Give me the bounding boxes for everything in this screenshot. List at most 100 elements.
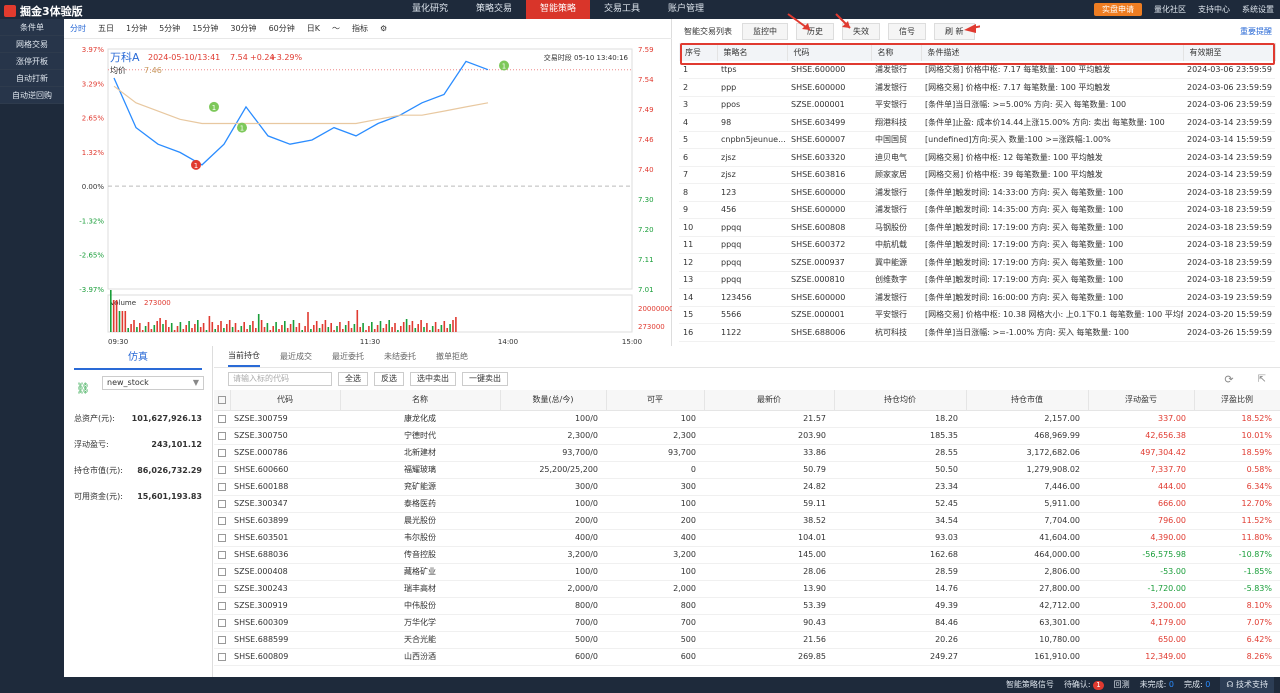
invert-selection-button[interactable]: 反选 (374, 372, 404, 386)
positions-col-0[interactable]: 代码 (230, 390, 341, 411)
period-tab-2[interactable]: 1分钟 (120, 19, 153, 39)
row-checkbox-cell[interactable] (214, 648, 230, 666)
checkbox[interactable] (218, 482, 226, 491)
table-row[interactable]: SZSE.300750 宁德时代 2,300/0 2,300 203.90 185.35 4… (214, 427, 1280, 445)
positions-col-1[interactable]: 名称 (340, 390, 501, 411)
tab-invalid[interactable]: 失效 (842, 22, 880, 40)
live-apply-button[interactable]: 实盘申请 (1094, 3, 1142, 16)
nav-item-2[interactable]: 智能策略 (526, 0, 590, 19)
tab-signal[interactable]: 信号 (888, 22, 926, 40)
checkbox[interactable] (218, 550, 226, 559)
row-checkbox-cell[interactable] (214, 546, 230, 564)
row-checkbox-cell[interactable] (214, 461, 230, 479)
positions-tab-1[interactable]: 最近成交 (280, 351, 312, 362)
checkbox[interactable] (218, 601, 226, 610)
symbol-search-input[interactable]: 请输入标的代码 (228, 372, 332, 386)
row-checkbox-cell[interactable] (214, 427, 230, 445)
period-tab-4[interactable]: 15分钟 (186, 19, 224, 39)
refresh-button[interactable]: 刷 新 (934, 22, 975, 40)
table-row[interactable]: 8 123 SHSE.600000 浦发银行 [条件单]触发时间: 14:33:00 方… (679, 183, 1275, 202)
table-row[interactable]: 16 1122 SHSE.688006 杭可科技 [条件单]当日涨幅: >=-1.00%… (679, 323, 1275, 342)
table-row[interactable]: SZSE.300243 瑞丰高材 2,000/0 2,000 13.90 14.76 27,… (214, 580, 1280, 598)
backtest-label[interactable]: 回测 (1114, 677, 1130, 693)
row-checkbox-cell[interactable] (214, 512, 230, 530)
sell-all-button[interactable]: 一键卖出 (462, 372, 508, 386)
sidebar-item-3[interactable]: 自动打新 (0, 70, 64, 87)
checkbox[interactable] (218, 516, 226, 525)
community-link[interactable]: 量化社区 (1154, 4, 1186, 15)
table-row[interactable]: SHSE.600188 兖矿能源 300/0 300 24.82 23.34 7,446.0… (214, 478, 1280, 496)
table-row[interactable]: SZSE.000786 北新建材 93,700/0 93,700 33.86 28.55 3… (214, 444, 1280, 462)
strategy-col-1[interactable]: 策略名 (717, 43, 788, 61)
table-row[interactable]: SZSE.300347 泰格医药 100/0 100 59.11 52.45 5,911.0… (214, 495, 1280, 513)
row-checkbox-cell[interactable] (214, 614, 230, 632)
checkbox[interactable] (218, 448, 226, 457)
period-tab-5[interactable]: 30分钟 (224, 19, 262, 39)
table-row[interactable]: 11 ppqq SHSE.600372 中航机载 [条件单]触发时间: 17:19:00… (679, 236, 1275, 254)
strategy-col-0[interactable]: 序号 (679, 43, 718, 61)
row-checkbox-cell[interactable] (214, 444, 230, 462)
table-row[interactable]: SHSE.600809 山西汾酒 600/0 600 269.85 249.27 161,9… (214, 648, 1280, 666)
positions-col-8[interactable]: 浮盈比例 (1194, 390, 1280, 411)
row-checkbox-cell[interactable] (214, 631, 230, 649)
nav-item-4[interactable]: 账户管理 (654, 0, 718, 19)
checkbox[interactable] (218, 499, 226, 508)
positions-col-7[interactable]: 浮动盈亏 (1088, 390, 1195, 411)
positions-col-3[interactable]: 可平 (606, 390, 705, 411)
table-row[interactable]: 14 123456 SHSE.600000 浦发银行 [条件单]触发时间: 16:00:… (679, 288, 1275, 307)
table-row[interactable]: 12 ppqq SZSE.000937 冀中能源 [条件单]触发时间: 17:19:00… (679, 253, 1275, 272)
positions-tab-4[interactable]: 撤单拒绝 (436, 351, 468, 362)
system-settings-link[interactable]: 系统设置 (1242, 4, 1274, 15)
checkbox[interactable] (218, 414, 226, 423)
table-row[interactable]: 3 ppos SZSE.000001 平安银行 [条件单]当日涨幅: >=5.00% 方… (679, 96, 1275, 114)
checkbox[interactable] (218, 652, 226, 661)
table-row[interactable]: 1 ttps SHSE.600000 浦发银行 [网格交易] 价格中枢: 7.17 每笔… (679, 61, 1275, 79)
table-row[interactable]: 4 98 SHSE.603499 翔港科技 [条件单]止盈: 成本价14.44上涨15.… (679, 113, 1275, 132)
tab-monitoring[interactable]: 监控中 (742, 22, 788, 40)
link-icon[interactable]: ⛓ (76, 382, 90, 395)
positions-col-2[interactable]: 数量(总/今) (500, 390, 607, 411)
strategy-col-4[interactable]: 条件描述 (921, 43, 1184, 61)
row-checkbox-cell[interactable] (214, 580, 230, 598)
table-row[interactable]: SZSE.300919 中伟股份 800/0 800 53.39 49.39 42,712.… (214, 597, 1280, 615)
strategy-col-3[interactable]: 名称 (871, 43, 922, 61)
positions-col-6[interactable]: 持仓市值 (966, 390, 1089, 411)
intraday-chart[interactable]: 3.97% 3.29% 2.65% 1.32% 0.00% -1.32% -2.65% -3.… (64, 39, 672, 346)
select-all-button[interactable]: 全选 (338, 372, 368, 386)
refresh-icon[interactable]: ⟳ (1224, 373, 1233, 386)
table-row[interactable]: SHSE.603501 韦尔股份 400/0 400 104.01 93.03 41,604… (214, 529, 1280, 547)
row-checkbox-cell[interactable] (214, 495, 230, 513)
table-row[interactable]: 9 456 SHSE.600000 浦发银行 [条件单]触发时间: 14:35:00 方… (679, 201, 1275, 219)
header-checkbox[interactable] (214, 390, 231, 411)
checkbox[interactable] (218, 533, 226, 542)
sell-selected-button[interactable]: 选中卖出 (410, 372, 456, 386)
row-checkbox-cell[interactable] (214, 597, 230, 615)
period-tab-7[interactable]: 日K (301, 19, 326, 39)
support-center-link[interactable]: 支持中心 (1198, 4, 1230, 15)
checkbox[interactable] (218, 431, 226, 440)
table-row[interactable]: SHSE.603899 晨光股份 200/0 200 38.52 34.54 7,704.0… (214, 512, 1280, 530)
table-row[interactable]: SHSE.688599 天合光能 500/0 500 21.56 20.26 10,780.… (214, 631, 1280, 649)
positions-col-5[interactable]: 持仓均价 (834, 390, 967, 411)
nav-item-0[interactable]: 量化研究 (398, 0, 462, 19)
positions-tab-0[interactable]: 当前持仓 (228, 347, 260, 367)
important-notice-link[interactable]: 重要提醒 (1240, 26, 1272, 37)
sidebar-item-2[interactable]: 涨停开板 (0, 53, 64, 70)
table-row[interactable]: 2 ppp SHSE.600000 浦发银行 [网格交易] 价格中枢: 7.17 每笔数… (679, 78, 1275, 97)
table-row[interactable]: SHSE.688036 传音控股 3,200/0 3,200 145.00 162.68 4… (214, 546, 1280, 564)
gear-icon[interactable]: ⚙ (374, 19, 393, 39)
nav-item-3[interactable]: 交易工具 (590, 0, 654, 19)
period-tab-1[interactable]: 五日 (92, 19, 120, 39)
sidebar-item-4[interactable]: 自动逆回购 (0, 87, 64, 104)
account-select[interactable]: new_stock ▼ (102, 376, 204, 390)
period-tab-0[interactable]: 分时 (64, 19, 92, 39)
strategy-col-2[interactable]: 代码 (787, 43, 872, 61)
checkbox[interactable] (218, 618, 226, 627)
table-row[interactable]: 7 zjsz SHSE.603816 顾家家居 [网格交易] 价格中枢: 39 每笔数量… (679, 166, 1275, 184)
nav-item-1[interactable]: 策略交易 (462, 0, 526, 19)
signal-label[interactable]: 智能策略信号 (1006, 677, 1054, 693)
table-row[interactable]: SHSE.600660 福耀玻璃 25,200/25,200 0 50.79 50.50 1… (214, 461, 1280, 479)
tab-history[interactable]: 历史 (796, 22, 834, 40)
positions-tab-2[interactable]: 最近委托 (332, 351, 364, 362)
table-row[interactable]: 6 zjsz SHSE.603320 迪贝电气 [网格交易] 价格中枢: 12 每笔数量… (679, 148, 1275, 167)
